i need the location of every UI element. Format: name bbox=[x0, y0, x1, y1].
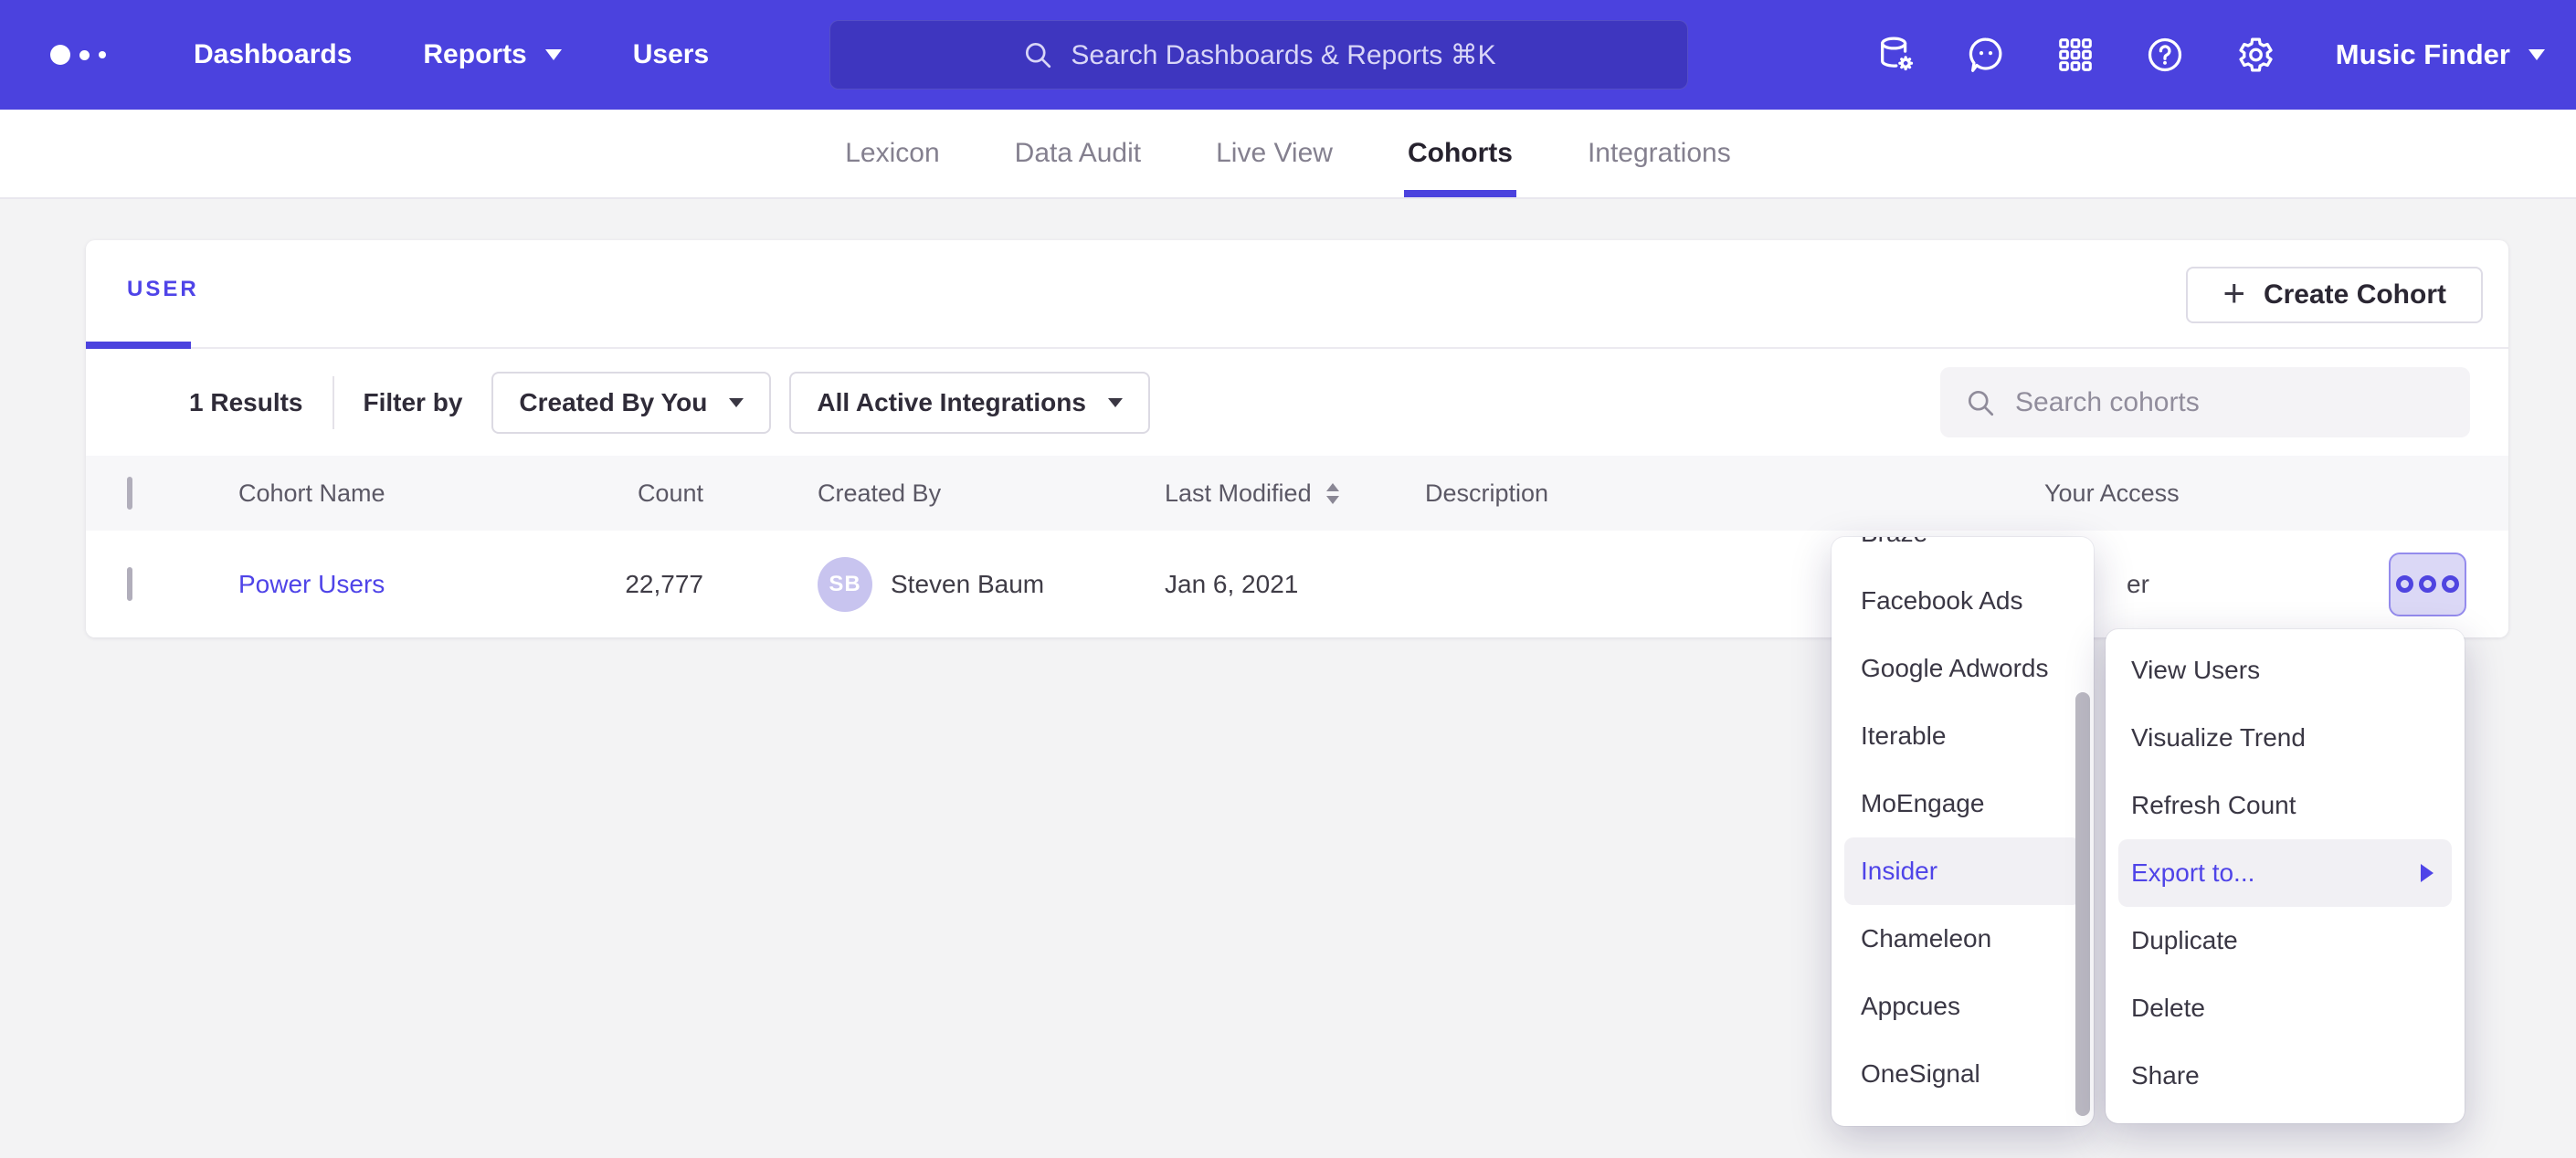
chevron-down-icon bbox=[1108, 398, 1123, 407]
cohort-actions-menu: View Users Visualize Trend Refresh Count… bbox=[2106, 629, 2465, 1123]
primary-nav: Dashboards Reports Users bbox=[194, 39, 709, 70]
nav-dashboards[interactable]: Dashboards bbox=[194, 39, 352, 70]
nav-users[interactable]: Users bbox=[633, 39, 709, 70]
cohorts-card-header: USER + Create Cohort bbox=[86, 240, 2508, 349]
chevron-down-icon bbox=[545, 49, 562, 60]
ellipsis-dot bbox=[2396, 575, 2413, 593]
logo-dot-large bbox=[50, 45, 70, 65]
navbar-right: Music Finder bbox=[1875, 0, 2576, 110]
chevron-down-icon bbox=[2528, 49, 2545, 60]
submenu-item-moengage[interactable]: MoEngage bbox=[1832, 770, 2094, 837]
tab-cohorts[interactable]: Cohorts bbox=[1404, 110, 1516, 197]
submenu-item-insider[interactable]: Insider bbox=[1844, 837, 2081, 905]
cohort-count: 22,777 bbox=[586, 570, 713, 599]
menu-item-export-to[interactable]: Export to... bbox=[2118, 839, 2452, 907]
nav-reports[interactable]: Reports bbox=[423, 39, 561, 70]
apps-grid-icon[interactable] bbox=[2054, 34, 2096, 76]
filter-toolbar: 1 Results Filter by Created By You All A… bbox=[86, 349, 2508, 456]
project-switcher[interactable]: Music Finder bbox=[2336, 38, 2545, 71]
submenu-item-onesignal[interactable]: OneSignal bbox=[1832, 1040, 2094, 1108]
search-icon bbox=[1964, 386, 1997, 419]
row-actions-ellipsis-button[interactable] bbox=[2389, 553, 2466, 616]
settings-gear-icon[interactable] bbox=[2233, 34, 2275, 76]
ellipsis-dot bbox=[2442, 575, 2459, 593]
cohort-search-bar bbox=[1940, 367, 2470, 437]
submenu-arrow-icon bbox=[2421, 864, 2433, 882]
global-search-bar[interactable]: Search Dashboards & Reports ⌘K bbox=[829, 20, 1688, 89]
app-root: Dashboards Reports Users Search Dashboar… bbox=[0, 0, 2576, 1158]
header-last-modified[interactable]: Last Modified bbox=[1143, 479, 1403, 508]
table-header-row: Cohort Name Count Created By Last Modifi… bbox=[86, 456, 2508, 531]
search-icon bbox=[1021, 38, 1054, 71]
header-your-access: Your Access bbox=[2020, 479, 2367, 508]
global-search-placeholder: Search Dashboards & Reports ⌘K bbox=[1071, 39, 1495, 71]
cohort-search-input[interactable] bbox=[2015, 387, 2446, 418]
navbar-left: Dashboards Reports Users bbox=[0, 0, 709, 110]
cohorts-card: USER + Create Cohort 1 Results Filter by… bbox=[86, 240, 2508, 637]
project-name: Music Finder bbox=[2336, 38, 2510, 71]
cohort-name-link[interactable]: Power Users bbox=[238, 570, 385, 598]
active-tab-underline bbox=[86, 342, 191, 349]
menu-item-delete[interactable]: Delete bbox=[2106, 974, 2465, 1042]
submenu-item-iterable[interactable]: Iterable bbox=[1832, 702, 2094, 770]
row-checkbox[interactable] bbox=[127, 567, 132, 601]
logo-dot-small bbox=[99, 51, 106, 58]
sort-icon[interactable] bbox=[1326, 483, 1339, 504]
header-cohort-name: Cohort Name bbox=[197, 479, 586, 508]
filter-by-label: Filter by bbox=[364, 388, 463, 417]
divider bbox=[333, 376, 334, 429]
menu-item-view-users[interactable]: View Users bbox=[2106, 637, 2465, 704]
help-icon[interactable] bbox=[2144, 34, 2186, 76]
logo-dot-medium bbox=[79, 50, 90, 60]
top-navbar: Dashboards Reports Users Search Dashboar… bbox=[0, 0, 2576, 110]
table-row-power-users: Power Users 22,777 SB Steven Baum Jan 6,… bbox=[86, 531, 2508, 637]
submenu-item-braze[interactable]: Braze bbox=[1832, 537, 2094, 567]
chevron-down-icon bbox=[729, 398, 744, 407]
export-destination-submenu: Braze Facebook Ads Google Adwords Iterab… bbox=[1832, 537, 2094, 1126]
select-all-checkbox[interactable] bbox=[127, 477, 132, 510]
feedback-icon[interactable] bbox=[1965, 34, 2007, 76]
submenu-item-chameleon[interactable]: Chameleon bbox=[1832, 905, 2094, 973]
data-settings-icon[interactable] bbox=[1875, 34, 1917, 76]
create-cohort-button[interactable]: + Create Cohort bbox=[2186, 267, 2483, 323]
mixpanel-logo[interactable] bbox=[50, 45, 137, 65]
submenu-scrollbar-thumb[interactable] bbox=[2075, 692, 2090, 1116]
header-created-by: Created By bbox=[713, 479, 1143, 508]
plus-icon: + bbox=[2222, 274, 2245, 312]
tab-data-audit[interactable]: Data Audit bbox=[1011, 110, 1145, 197]
tab-lexicon[interactable]: Lexicon bbox=[841, 110, 943, 197]
tab-user-cohorts[interactable]: USER bbox=[127, 277, 199, 302]
integrations-filter-dropdown[interactable]: All Active Integrations bbox=[789, 372, 1150, 434]
created-by-filter-dropdown[interactable]: Created By You bbox=[491, 372, 771, 434]
menu-item-visualize-trend[interactable]: Visualize Trend bbox=[2106, 704, 2465, 772]
menu-item-share[interactable]: Share bbox=[2106, 1042, 2465, 1110]
menu-item-duplicate[interactable]: Duplicate bbox=[2106, 907, 2465, 974]
ellipsis-dot bbox=[2419, 575, 2436, 593]
avatar: SB bbox=[818, 557, 872, 612]
submenu-item-facebook-ads[interactable]: Facebook Ads bbox=[1832, 567, 2094, 635]
results-count: 1 Results bbox=[189, 388, 303, 417]
data-management-tabs: Lexicon Data Audit Live View Cohorts Int… bbox=[0, 110, 2576, 199]
created-by-name: Steven Baum bbox=[891, 570, 1044, 599]
tab-integrations[interactable]: Integrations bbox=[1584, 110, 1735, 197]
last-modified-date: Jan 6, 2021 bbox=[1143, 570, 1403, 599]
menu-item-refresh-count[interactable]: Refresh Count bbox=[2106, 772, 2465, 839]
submenu-item-appcues[interactable]: Appcues bbox=[1832, 973, 2094, 1040]
tab-live-view[interactable]: Live View bbox=[1212, 110, 1336, 197]
header-description: Description bbox=[1403, 479, 2020, 508]
submenu-item-google-adwords[interactable]: Google Adwords bbox=[1832, 635, 2094, 702]
header-count: Count bbox=[586, 479, 713, 508]
